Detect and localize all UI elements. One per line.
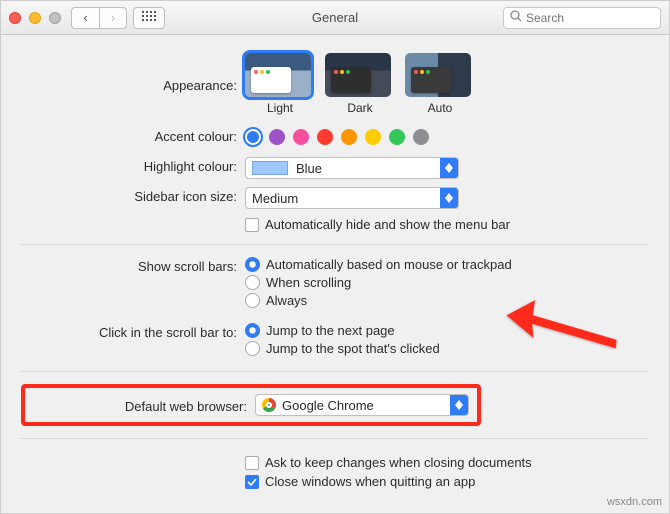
sidebar-size-value: Medium <box>252 191 298 206</box>
radio-label: Automatically based on mouse or trackpad <box>266 257 512 272</box>
highlight-value: Blue <box>296 161 322 176</box>
appearance-option-light[interactable]: Light <box>245 53 315 115</box>
radio-label: Jump to the spot that's clicked <box>266 341 440 356</box>
checkbox-unchecked-icon <box>245 218 259 232</box>
appearance-label: Appearance: <box>21 76 245 93</box>
zoom-window-button[interactable] <box>49 12 61 24</box>
dropdown-arrows-icon <box>440 158 458 178</box>
colour-swatch <box>252 161 288 175</box>
radio-label: Always <box>266 293 307 308</box>
highlight-row: Highlight colour: Blue <box>21 157 649 179</box>
default-browser-row: Default web browser: Google Chrome <box>139 384 649 426</box>
appearance-row: Appearance: Light Dark Auto <box>21 53 649 115</box>
show-all-button[interactable] <box>133 7 165 29</box>
watermark: wsxdn.com <box>607 496 662 508</box>
dropdown-arrows-icon <box>440 188 458 208</box>
separator <box>21 371 649 372</box>
checkbox-checked-icon <box>245 475 259 489</box>
accent-colour-option[interactable] <box>413 129 429 145</box>
chevron-left-icon: ‹ <box>83 10 87 25</box>
back-button[interactable]: ‹ <box>71 7 99 29</box>
accent-colour-option[interactable] <box>269 129 285 145</box>
accent-row: Accent colour: <box>21 127 649 145</box>
appearance-option-label: Dark <box>325 101 395 115</box>
close-windows-option[interactable]: Close windows when quitting an app <box>245 474 649 489</box>
search-input[interactable] <box>526 11 654 25</box>
checkbox-label: Ask to keep changes when closing documen… <box>265 455 532 470</box>
accent-colour-option[interactable] <box>389 129 405 145</box>
minimize-window-button[interactable] <box>29 12 41 24</box>
close-window-button[interactable] <box>9 12 21 24</box>
radio-checked-icon <box>245 323 260 338</box>
highlight-label: Highlight colour: <box>21 157 245 174</box>
chevron-right-icon: › <box>111 10 115 25</box>
checkbox-unchecked-icon <box>245 456 259 470</box>
appearance-option-label: Light <box>245 101 315 115</box>
dropdown-arrows-icon <box>450 395 468 415</box>
accent-colour-option[interactable] <box>341 129 357 145</box>
sidebar-size-label: Sidebar icon size: <box>21 187 245 204</box>
sidebar-icon-size-select[interactable]: Medium <box>245 187 459 209</box>
radio-unchecked-icon <box>245 341 260 356</box>
preferences-window: ‹ › General Appearance: Light <box>0 0 670 514</box>
forward-button[interactable]: › <box>99 7 127 29</box>
annotation-highlight-box: Default web browser: Google Chrome <box>21 384 481 426</box>
radio-label: When scrolling <box>266 275 351 290</box>
accent-colour-option[interactable] <box>365 129 381 145</box>
nav-buttons: ‹ › <box>71 7 127 29</box>
scroll-option-always[interactable]: Always <box>245 293 649 308</box>
default-browser-select[interactable]: Google Chrome <box>255 394 469 416</box>
separator <box>21 244 649 245</box>
search-field[interactable] <box>503 7 661 29</box>
grid-icon <box>142 11 156 24</box>
scroll-option-scrolling[interactable]: When scrolling <box>245 275 649 290</box>
default-browser-value: Google Chrome <box>282 398 374 413</box>
separator <box>21 438 649 439</box>
menubar-autohide-option[interactable]: Automatically hide and show the menu bar <box>245 217 649 232</box>
sidebar-size-row: Sidebar icon size: Medium Automatically … <box>21 187 649 234</box>
ask-keep-changes-option[interactable]: Ask to keep changes when closing documen… <box>245 455 649 470</box>
menubar-autohide-label: Automatically hide and show the menu bar <box>265 217 510 232</box>
checkbox-label: Close windows when quitting an app <box>265 474 475 489</box>
click-scroll-label: Click in the scroll bar to: <box>21 323 245 340</box>
scroll-bars-label: Show scroll bars: <box>21 257 245 274</box>
traffic-lights <box>9 12 61 24</box>
chrome-icon <box>262 398 276 412</box>
highlight-colour-select[interactable]: Blue <box>245 157 459 179</box>
titlebar: ‹ › General <box>1 1 669 35</box>
accent-label: Accent colour: <box>21 127 245 144</box>
radio-unchecked-icon <box>245 275 260 290</box>
radio-unchecked-icon <box>245 293 260 308</box>
appearance-option-label: Auto <box>405 101 475 115</box>
radio-checked-icon <box>245 257 260 272</box>
search-icon <box>510 10 522 25</box>
default-browser-label: Default web browser: <box>33 397 255 414</box>
radio-label: Jump to the next page <box>266 323 395 338</box>
scroll-option-auto[interactable]: Automatically based on mouse or trackpad <box>245 257 649 272</box>
accent-colour-option[interactable] <box>317 129 333 145</box>
appearance-option-auto[interactable]: Auto <box>405 53 475 115</box>
accent-colour-option[interactable] <box>293 129 309 145</box>
closing-options-row: Ask to keep changes when closing documen… <box>21 451 649 491</box>
content-area: Appearance: Light Dark Auto Accent colou… <box>1 35 669 513</box>
accent-colour-option[interactable] <box>243 127 263 147</box>
appearance-option-dark[interactable]: Dark <box>325 53 395 115</box>
